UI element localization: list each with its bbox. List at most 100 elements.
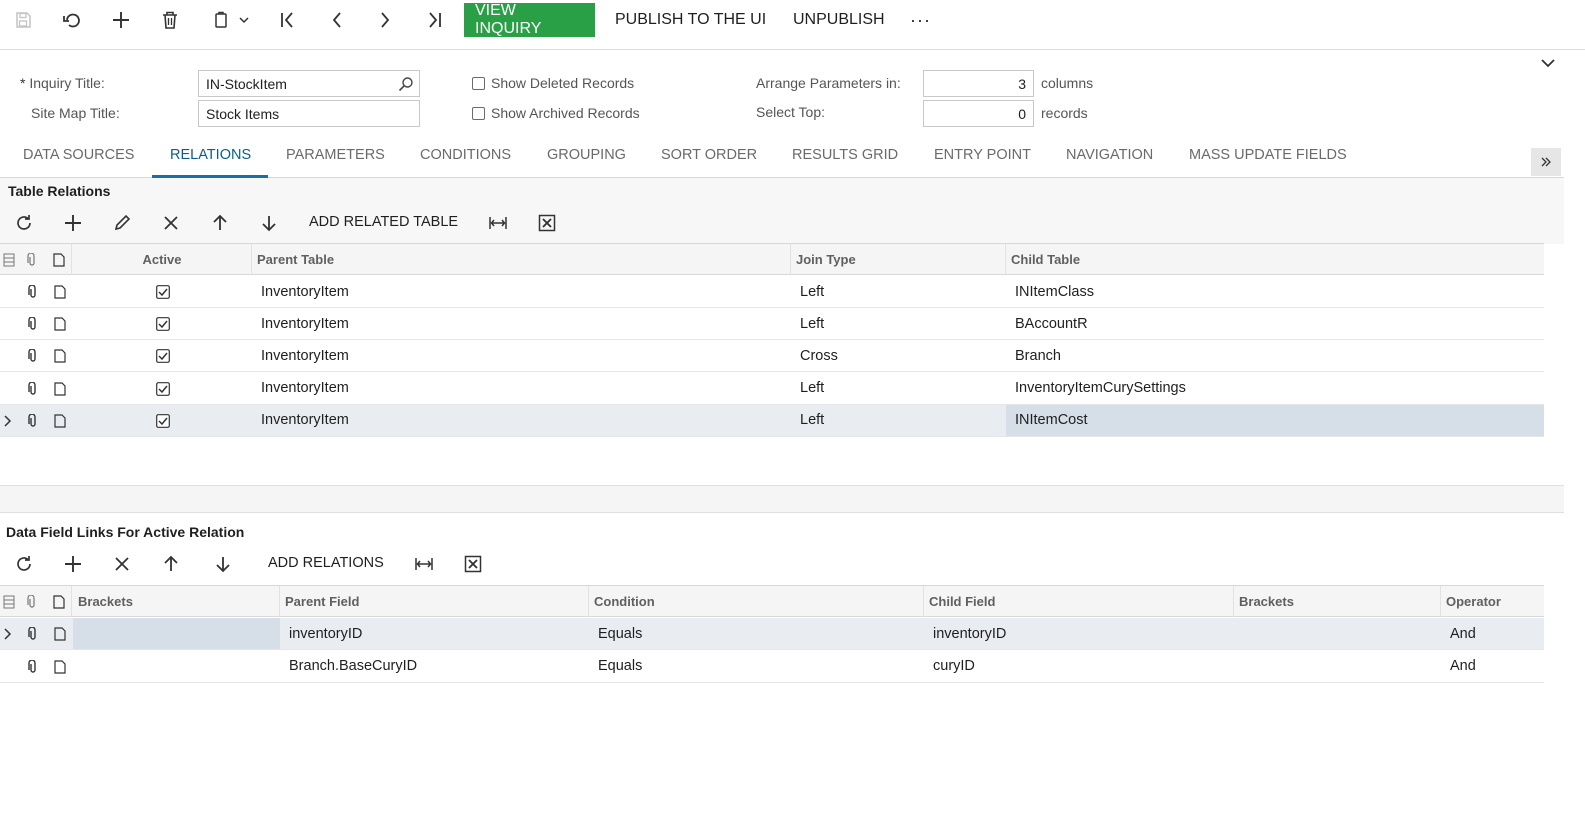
note-icon[interactable]: [48, 373, 72, 405]
tab-parameters[interactable]: PARAMETERS: [286, 147, 385, 177]
copy-paste-icon[interactable]: [206, 3, 254, 37]
active-checkbox[interactable]: [73, 276, 252, 308]
column-header-child-table[interactable]: Child Table: [1006, 244, 1544, 275]
column-header-operator[interactable]: Operator: [1441, 586, 1544, 617]
links-refresh-icon[interactable]: [12, 551, 36, 577]
attachment-icon[interactable]: [21, 405, 45, 437]
tabs-overflow-icon[interactable]: [1531, 148, 1561, 176]
tab-data-sources[interactable]: DATA SOURCES: [23, 147, 134, 177]
note-icon[interactable]: [48, 651, 72, 683]
column-header-join-type[interactable]: Join Type: [791, 244, 1006, 275]
join-type-cell[interactable]: Left: [791, 276, 1006, 307]
links-row[interactable]: inventoryID Equals inventoryID And: [0, 618, 1544, 650]
column-header-child-field[interactable]: Child Field: [924, 586, 1234, 617]
operator-cell[interactable]: And: [1441, 618, 1544, 649]
links-fit-columns-icon[interactable]: [411, 551, 437, 577]
site-map-title-field[interactable]: Stock Items: [198, 100, 420, 127]
links-move-down-icon[interactable]: [211, 551, 235, 577]
attachment-icon[interactable]: [21, 340, 45, 372]
delete-icon[interactable]: [157, 3, 183, 37]
publish-button[interactable]: PUBLISH TO THE UI: [615, 3, 766, 37]
links-move-up-icon[interactable]: [159, 551, 183, 577]
active-checkbox[interactable]: [73, 308, 252, 340]
next-record-icon[interactable]: [371, 3, 399, 37]
show-deleted-checkbox[interactable]: [472, 77, 485, 90]
attachment-icon[interactable]: [21, 308, 45, 340]
column-header-parent-table[interactable]: Parent Table: [252, 244, 791, 275]
note-icon[interactable]: [48, 618, 72, 650]
note-icon[interactable]: [48, 308, 72, 340]
tab-grouping[interactable]: GROUPING: [547, 147, 626, 177]
parent-table-cell[interactable]: InventoryItem: [252, 373, 791, 404]
add-row-icon[interactable]: [61, 210, 85, 236]
child-table-cell[interactable]: Branch: [1006, 340, 1544, 371]
active-checkbox[interactable]: [73, 340, 252, 372]
links-delete-row-icon[interactable]: [110, 551, 134, 577]
close-brackets-cell[interactable]: [1234, 651, 1441, 682]
move-down-icon[interactable]: [257, 210, 281, 236]
select-top-input[interactable]: 0: [923, 100, 1034, 127]
note-icon[interactable]: [48, 340, 72, 372]
tab-entry-point[interactable]: ENTRY POINT: [934, 147, 1031, 177]
splitter-band[interactable]: [0, 485, 1564, 513]
attachment-icon[interactable]: [21, 651, 45, 683]
view-inquiry-button[interactable]: VIEW INQUIRY: [464, 2, 595, 37]
move-up-icon[interactable]: [208, 210, 232, 236]
active-checkbox[interactable]: [73, 405, 252, 437]
operator-cell[interactable]: And: [1441, 651, 1544, 682]
join-type-cell[interactable]: Left: [791, 405, 1006, 436]
relations-row[interactable]: InventoryItem Cross Branch: [0, 340, 1544, 373]
fit-columns-icon[interactable]: [485, 210, 511, 236]
child-field-cell[interactable]: curyID: [924, 651, 1234, 682]
condition-cell[interactable]: Equals: [589, 618, 924, 649]
attachment-icon[interactable]: [21, 618, 45, 650]
close-brackets-cell[interactable]: [1234, 618, 1441, 649]
add-icon[interactable]: [107, 3, 135, 37]
relations-row[interactable]: InventoryItem Left INItemClass: [0, 276, 1544, 308]
edit-icon[interactable]: [110, 210, 134, 236]
unpublish-button[interactable]: UNPUBLISH: [793, 3, 885, 37]
arrange-columns-input[interactable]: 3: [923, 70, 1034, 97]
column-header-close-brackets[interactable]: Brackets: [1234, 586, 1441, 617]
parent-table-cell[interactable]: InventoryItem: [252, 340, 791, 371]
child-table-cell[interactable]: InventoryItemCurySettings: [1006, 373, 1544, 404]
previous-record-icon[interactable]: [323, 3, 351, 37]
relations-row[interactable]: InventoryItem Left INItemCost: [0, 404, 1544, 437]
relations-row[interactable]: InventoryItem Left BAccountR: [0, 308, 1544, 341]
more-menu-button[interactable]: ···: [910, 3, 931, 37]
relations-row[interactable]: InventoryItem Left InventoryItemCurySettin…: [0, 373, 1544, 405]
join-type-cell[interactable]: Left: [791, 308, 1006, 339]
inquiry-title-field[interactable]: IN-StockItem: [198, 70, 420, 97]
tab-results-grid[interactable]: RESULTS GRID: [792, 147, 898, 177]
condition-cell[interactable]: Equals: [589, 651, 924, 682]
first-record-icon[interactable]: [274, 3, 302, 37]
export-excel-icon[interactable]: [534, 210, 560, 236]
child-field-cell[interactable]: inventoryID: [924, 618, 1234, 649]
open-brackets-cell[interactable]: [73, 651, 280, 682]
undo-icon[interactable]: [58, 3, 86, 37]
delete-row-icon[interactable]: [159, 210, 183, 236]
search-icon[interactable]: [398, 76, 414, 92]
parent-field-cell[interactable]: Branch.BaseCuryID: [280, 651, 589, 682]
active-checkbox[interactable]: [73, 373, 252, 405]
last-record-icon[interactable]: [420, 3, 448, 37]
child-table-cell[interactable]: BAccountR: [1006, 308, 1544, 339]
column-header-open-brackets[interactable]: Brackets: [73, 586, 280, 617]
save-icon[interactable]: [10, 3, 36, 37]
links-row[interactable]: Branch.BaseCuryID Equals curyID And: [0, 651, 1544, 683]
open-brackets-cell[interactable]: [73, 618, 280, 649]
add-related-table-button[interactable]: ADD RELATED TABLE: [309, 208, 458, 236]
tab-relations[interactable]: RELATIONS: [170, 147, 251, 177]
tab-sort-order[interactable]: SORT ORDER: [661, 147, 757, 177]
child-table-cell[interactable]: INItemClass: [1006, 276, 1544, 307]
links-export-excel-icon[interactable]: [460, 551, 486, 577]
tab-conditions[interactable]: CONDITIONS: [420, 147, 511, 177]
note-icon[interactable]: [48, 276, 72, 308]
join-type-cell[interactable]: Cross: [791, 340, 1006, 371]
parent-table-cell[interactable]: InventoryItem: [252, 308, 791, 339]
column-header-condition[interactable]: Condition: [589, 586, 924, 617]
refresh-icon[interactable]: [12, 210, 36, 236]
parent-field-cell[interactable]: inventoryID: [280, 618, 589, 649]
row-selector-icon[interactable]: [0, 244, 18, 275]
add-relations-button[interactable]: ADD RELATIONS: [268, 549, 384, 577]
